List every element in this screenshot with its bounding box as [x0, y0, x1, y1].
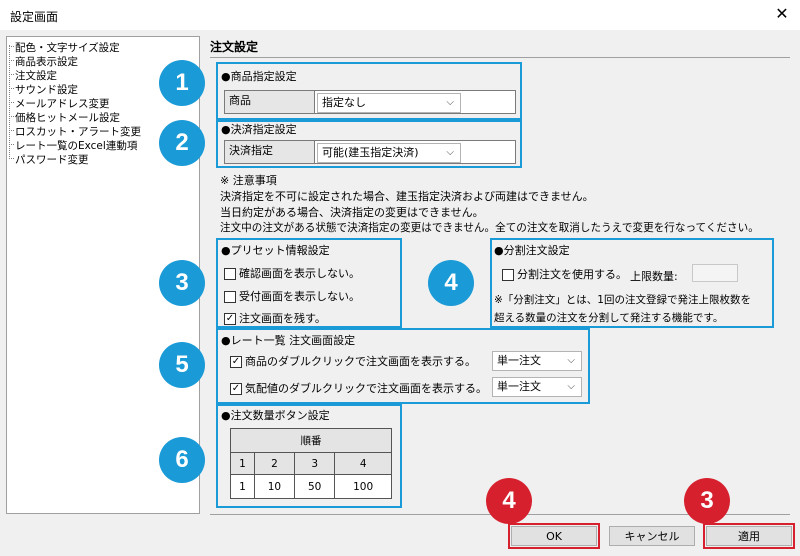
split-use-option[interactable]: 分割注文を使用する。	[502, 266, 627, 282]
notes-line-1: 決済指定を不可に設定された場合、建玉指定決済および両建はできません。	[220, 190, 594, 203]
ok-button[interactable]: OK	[511, 526, 597, 546]
product-field: 商品 指定なし ⌵	[224, 90, 516, 114]
rate-option-quote[interactable]: ✓ 気配値のダブルクリックで注文画面を表示する。	[230, 380, 487, 396]
preset-heading: ●プリセット情報設定	[221, 244, 330, 257]
tree-item-excel[interactable]: レート一覧のExcel連動項	[8, 138, 137, 153]
checkbox-label: 商品のダブルクリックで注文画面を表示する。	[245, 355, 476, 368]
checkbox[interactable]	[224, 268, 236, 280]
qty-value-1[interactable]: 1	[230, 474, 255, 499]
settlement-select-value: 可能(建玉指定決済)	[322, 146, 419, 159]
qty-table: 順番 1 2 3 4 1 10 50 100	[230, 428, 392, 499]
preset-option-receipt[interactable]: 受付画面を表示しない。	[224, 288, 360, 304]
annotation-badge-6: 6	[159, 437, 205, 483]
settlement-label: 決済指定	[225, 141, 315, 163]
chevron-down-icon: ⌵	[446, 147, 454, 158]
split-desc-1: ※「分割注文」とは、1回の注文登録で発注上限枚数を	[494, 294, 751, 306]
cancel-button[interactable]: キャンセル	[609, 526, 695, 546]
tree-item-losscut[interactable]: ロスカット・アラート変更	[9, 124, 141, 139]
checkbox-label: 気配値のダブルクリックで注文画面を表示する。	[245, 382, 487, 395]
tree-connector	[9, 45, 10, 157]
qty-col-1: 1	[230, 452, 255, 475]
qty-col-3: 3	[294, 452, 336, 475]
select-value: 単一注文	[497, 380, 541, 393]
checkbox[interactable]: ✓	[230, 356, 242, 368]
annotation-badge-1: 1	[159, 60, 205, 106]
checkbox[interactable]: ✓	[230, 383, 242, 395]
checkbox[interactable]	[502, 269, 514, 281]
page-title: 注文設定	[210, 40, 259, 54]
tree-item-email[interactable]: メールアドレス変更	[9, 96, 110, 111]
tree-item-order[interactable]: 注文設定	[9, 68, 57, 83]
annotation-badge-4: 4	[428, 260, 474, 306]
checkbox-label: 受付画面を表示しない。	[239, 290, 360, 303]
settlement-select[interactable]: 可能(建玉指定決済) ⌵	[317, 143, 461, 163]
window-title: 設定画面	[10, 10, 59, 24]
product-select-value: 指定なし	[322, 96, 366, 109]
split-limit-input[interactable]	[692, 264, 738, 282]
divider	[210, 57, 790, 58]
rate-quote-select[interactable]: 単一注文 ⌵	[492, 377, 582, 397]
product-select[interactable]: 指定なし ⌵	[317, 93, 461, 113]
qty-heading: ●注文数量ボタン設定	[221, 409, 330, 422]
qty-value-2[interactable]: 10	[253, 474, 296, 499]
select-value: 単一注文	[497, 354, 541, 367]
annotation-badge-red-4: 4	[486, 478, 532, 524]
annotation-badge-red-3: 3	[684, 478, 730, 524]
rate-product-select[interactable]: 単一注文 ⌵	[492, 351, 582, 371]
chevron-down-icon: ⌵	[446, 97, 454, 108]
settlement-field: 決済指定 可能(建玉指定決済) ⌵	[224, 140, 516, 164]
apply-button[interactable]: 適用	[706, 526, 792, 546]
qty-value-3[interactable]: 50	[294, 474, 336, 499]
preset-option-keep[interactable]: ✓ 注文画面を残す。	[224, 310, 326, 326]
product-label: 商品	[225, 91, 315, 113]
checkbox-label: 注文画面を残す。	[239, 312, 326, 325]
tree-item-sound[interactable]: サウンド設定	[9, 82, 78, 97]
notes-line-2: 当日約定がある場合、決済指定の変更はできません。	[220, 206, 484, 219]
notes-line-3: 注文中の注文がある状態で決済指定の変更はできません。全ての注文を取消したうえで変…	[220, 222, 759, 234]
split-heading: ●分割注文設定	[494, 244, 570, 257]
settlement-heading: ●決済指定設定	[221, 123, 297, 136]
annotation-badge-3: 3	[159, 260, 205, 306]
close-icon[interactable]: ✕	[772, 4, 792, 24]
split-limit-label: 上限数量:	[630, 270, 678, 283]
qty-header: 順番	[230, 428, 392, 453]
product-heading: ●商品指定設定	[221, 70, 297, 83]
qty-value-4[interactable]: 100	[334, 474, 392, 499]
checkbox[interactable]	[224, 291, 236, 303]
tree-item-price-hit[interactable]: 価格ヒットメール設定	[9, 110, 120, 125]
preset-option-confirm[interactable]: 確認画面を表示しない。	[224, 265, 360, 281]
checkbox[interactable]: ✓	[224, 313, 236, 325]
chevron-down-icon: ⌵	[567, 355, 575, 366]
checkbox-label: 分割注文を使用する。	[517, 268, 627, 281]
chevron-down-icon: ⌵	[567, 381, 575, 392]
tree-item-password[interactable]: パスワード変更	[9, 152, 89, 167]
annotation-badge-5: 5	[159, 342, 205, 388]
tree-item-product-display[interactable]: 商品表示設定	[9, 54, 78, 69]
qty-col-2: 2	[253, 452, 296, 475]
tree-item-color[interactable]: 配色・文字サイズ設定	[9, 40, 120, 55]
notes-title: ※ 注意事項	[220, 174, 277, 187]
split-desc-2: 超える数量の注文を分割して発注する機能です。	[494, 312, 724, 324]
title-bar: 設定画面 ✕	[0, 0, 800, 30]
annotation-badge-2: 2	[159, 120, 205, 166]
rate-option-product[interactable]: ✓ 商品のダブルクリックで注文画面を表示する。	[230, 353, 476, 369]
checkbox-label: 確認画面を表示しない。	[239, 267, 360, 280]
rate-heading: ●レート一覧 注文画面設定	[221, 334, 356, 347]
qty-col-4: 4	[334, 452, 392, 475]
